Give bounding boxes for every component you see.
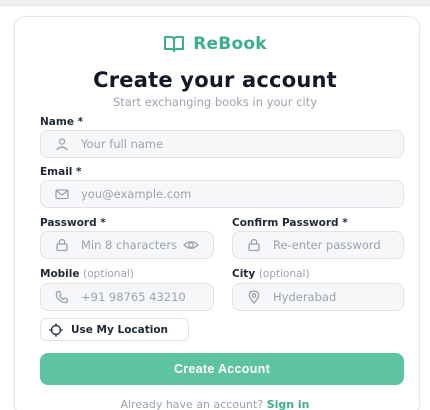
mobile-label-text: Mobile xyxy=(40,268,80,280)
city-label: City (optional) xyxy=(232,268,310,280)
mobile-input[interactable] xyxy=(81,290,213,304)
open-book-icon xyxy=(164,36,185,52)
page-title: Create your account xyxy=(93,68,337,92)
top-divider xyxy=(0,0,430,6)
email-input[interactable] xyxy=(81,187,403,201)
user-icon xyxy=(56,138,68,151)
mobile-label: Mobile (optional) xyxy=(40,268,134,280)
name-field[interactable] xyxy=(40,130,404,158)
mobile-optional-text: (optional) xyxy=(83,268,134,280)
name-input[interactable] xyxy=(81,137,403,151)
city-label-text: City xyxy=(232,268,256,280)
crosshair-icon xyxy=(49,322,63,337)
confirm-password-label: Confirm Password * xyxy=(232,217,348,229)
brand: ReBook xyxy=(0,34,430,54)
city-field[interactable] xyxy=(232,283,404,311)
lock-icon xyxy=(248,238,260,252)
sign-in-link[interactable]: Sign in xyxy=(267,398,310,410)
brand-name: ReBook xyxy=(193,34,267,54)
confirm-password-field[interactable] xyxy=(232,231,404,259)
email-field[interactable] xyxy=(40,180,404,208)
city-optional-text: (optional) xyxy=(258,268,310,280)
mobile-field[interactable] xyxy=(40,283,214,311)
map-pin-icon xyxy=(248,290,260,304)
mail-icon xyxy=(55,189,69,200)
confirm-password-input[interactable] xyxy=(273,238,403,252)
page-subtitle: Start exchanging books in your city xyxy=(112,95,318,109)
use-my-location-button[interactable]: Use My Location xyxy=(40,318,189,341)
password-input[interactable] xyxy=(81,238,183,252)
city-input[interactable] xyxy=(273,290,403,304)
password-field[interactable] xyxy=(40,231,214,259)
phone-icon xyxy=(55,290,69,304)
create-account-button[interactable]: Create Account xyxy=(40,353,404,385)
use-my-location-label: Use My Location xyxy=(71,323,169,336)
sign-in-prompt: Already have an account? Sign in xyxy=(0,398,430,410)
name-label: Name * xyxy=(40,116,84,128)
lock-icon xyxy=(56,238,68,252)
eye-icon[interactable] xyxy=(183,238,199,252)
password-label: Password * xyxy=(40,217,106,229)
email-label: Email * xyxy=(40,166,82,178)
sign-in-prompt-text: Already have an account? xyxy=(120,398,264,410)
